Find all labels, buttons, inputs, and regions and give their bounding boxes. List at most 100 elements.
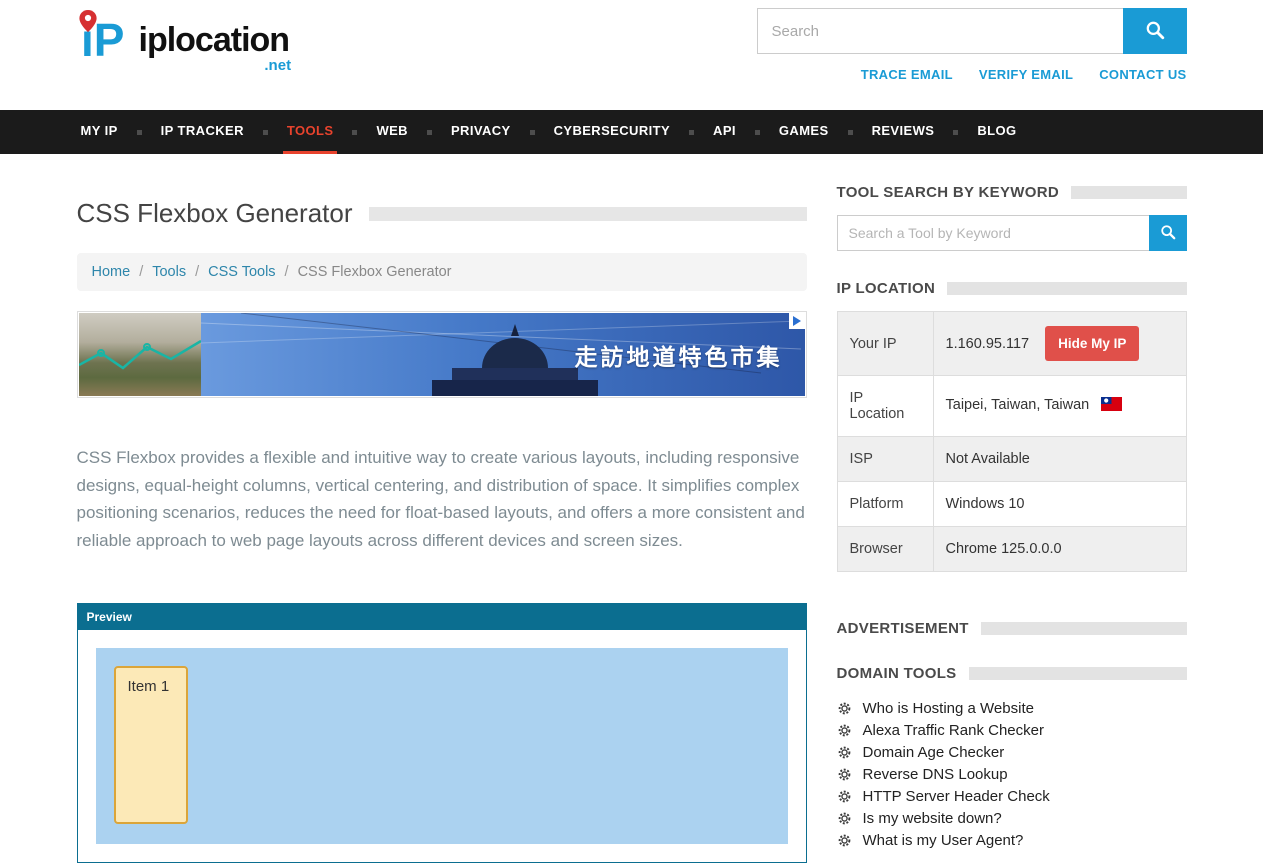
table-row: Browser Chrome 125.0.0.0 (837, 527, 1186, 572)
tool-search-heading: TOOL SEARCH BY KEYWORD (837, 184, 1059, 201)
page-title: CSS Flexbox Generator (77, 198, 353, 229)
domain-tools-heading: DOMAIN TOOLS (837, 665, 957, 682)
heading-decorative-bar (969, 667, 1187, 680)
flex-preview-item[interactable]: Item 1 (114, 666, 188, 824)
breadcrumb-separator: / (139, 264, 143, 280)
ad-landscape-image (79, 313, 201, 396)
breadcrumb-current: CSS Flexbox Generator (298, 264, 452, 280)
ad-banner[interactable]: 走訪地道特色市集 (77, 311, 807, 398)
nav-separator (755, 130, 760, 135)
nav-separator (848, 130, 853, 135)
nav-item-api[interactable]: API (709, 110, 740, 154)
header-links: TRACE EMAIL VERIFY EMAIL CONTACT US (757, 67, 1187, 82)
gear-icon (837, 701, 852, 716)
domain-tool-link-website-down[interactable]: Is my website down? (863, 810, 1002, 827)
heading-decorative-bar (1071, 186, 1187, 199)
breadcrumb-separator: / (195, 264, 199, 280)
search-button[interactable] (1123, 8, 1187, 54)
row-label: ISP (837, 437, 933, 482)
heading-decorative-bar (981, 622, 1187, 635)
search-icon (1145, 20, 1165, 43)
nav-separator (689, 130, 694, 135)
ip-location-value: Taipei, Taiwan, Taiwan (946, 397, 1090, 413)
table-row: IP Location Taipei, Taiwan, Taiwan (837, 376, 1186, 437)
nav-item-privacy[interactable]: PRIVACY (447, 110, 515, 154)
logo-net-suffix: .net (264, 58, 291, 73)
row-label: Your IP (837, 312, 933, 376)
domain-tool-link-user-agent[interactable]: What is my User Agent? (863, 832, 1024, 849)
row-value: Taipei, Taiwan, Taiwan (933, 376, 1186, 437)
ad-headline: 走訪地道特色市集 (575, 338, 783, 372)
ip-location-heading-row: IP LOCATION (837, 280, 1187, 297)
preview-panel-header: Preview (78, 604, 806, 630)
list-item: What is my User Agent? (837, 829, 1187, 851)
preview-panel: Preview Item 1 (77, 603, 807, 863)
gear-icon (837, 789, 852, 804)
flex-preview-container: Item 1 (96, 648, 788, 844)
nav-separator (137, 130, 142, 135)
adchoices-icon[interactable] (789, 313, 805, 329)
list-item: Alexa Traffic Rank Checker (837, 719, 1187, 741)
row-label: Platform (837, 482, 933, 527)
nav-separator (352, 130, 357, 135)
nav-item-ip-tracker[interactable]: IP TRACKER (157, 110, 248, 154)
gear-icon (837, 767, 852, 782)
table-row: ISP Not Available (837, 437, 1186, 482)
row-value: Not Available (933, 437, 1186, 482)
table-row: Your IP 1.160.95.117 Hide My IP (837, 312, 1186, 376)
nav-item-my-ip[interactable]: MY IP (77, 110, 122, 154)
list-item: Is my website down? (837, 807, 1187, 829)
trace-email-link[interactable]: TRACE EMAIL (861, 67, 953, 82)
list-item: HTTP Server Header Check (837, 785, 1187, 807)
table-row: Platform Windows 10 (837, 482, 1186, 527)
heading-decorative-bar (947, 282, 1186, 295)
logo[interactable]: iP iplocation.net (77, 8, 290, 71)
site-header: iP iplocation.net TRACE EMAIL V (0, 0, 1263, 110)
nav-item-games[interactable]: GAMES (775, 110, 833, 154)
domain-tools-list: Who is Hosting a Website Alexa Traffic R… (837, 697, 1187, 851)
breadcrumb-tools[interactable]: Tools (152, 264, 186, 280)
gear-icon (837, 811, 852, 826)
ip-info-table: Your IP 1.160.95.117 Hide My IP IP Locat… (837, 311, 1187, 572)
domain-tool-link-domain-age[interactable]: Domain Age Checker (863, 744, 1005, 761)
nav-separator (953, 130, 958, 135)
hide-my-ip-button[interactable]: Hide My IP (1045, 326, 1139, 361)
ad-creative: 走訪地道特色市集 (201, 313, 805, 396)
domain-tool-link-http-header[interactable]: HTTP Server Header Check (863, 788, 1050, 805)
list-item: Who is Hosting a Website (837, 697, 1187, 719)
search-icon (1160, 224, 1176, 243)
logo-pin-icon: iP (77, 8, 139, 71)
advertisement-heading: ADVERTISEMENT (837, 620, 969, 637)
nav-item-cybersecurity[interactable]: CYBERSECURITY (550, 110, 674, 154)
row-label: Browser (837, 527, 933, 572)
nav-item-reviews[interactable]: REVIEWS (868, 110, 939, 154)
nav-item-web[interactable]: WEB (372, 110, 412, 154)
contact-us-link[interactable]: CONTACT US (1099, 67, 1186, 82)
nav-item-blog[interactable]: BLOG (973, 110, 1020, 154)
tool-search (837, 215, 1187, 251)
gear-icon (837, 723, 852, 738)
main-content: CSS Flexbox Generator Home / Tools / CSS… (77, 184, 807, 863)
logo-text: iplocation.net (139, 23, 290, 57)
domain-tools-heading-row: DOMAIN TOOLS (837, 665, 1187, 682)
breadcrumb-css-tools[interactable]: CSS Tools (208, 264, 275, 280)
your-ip-value: 1.160.95.117 (946, 336, 1030, 352)
gear-icon (837, 833, 852, 848)
tool-search-button[interactable] (1149, 215, 1187, 251)
tool-search-input[interactable] (837, 215, 1149, 251)
row-value: Windows 10 (933, 482, 1186, 527)
main-nav: MY IP IP TRACKER TOOLS WEB PRIVACY CYBER… (0, 110, 1263, 154)
breadcrumb: Home / Tools / CSS Tools / CSS Flexbox G… (77, 253, 807, 291)
ip-location-heading: IP LOCATION (837, 280, 936, 297)
verify-email-link[interactable]: VERIFY EMAIL (979, 67, 1073, 82)
list-item: Reverse DNS Lookup (837, 763, 1187, 785)
nav-item-tools[interactable]: TOOLS (283, 110, 338, 154)
domain-tool-link-hosting[interactable]: Who is Hosting a Website (863, 700, 1034, 717)
nav-separator (263, 130, 268, 135)
search-input[interactable] (757, 8, 1123, 54)
row-value: Chrome 125.0.0.0 (933, 527, 1186, 572)
row-value: 1.160.95.117 Hide My IP (933, 312, 1186, 376)
domain-tool-link-alexa-rank[interactable]: Alexa Traffic Rank Checker (863, 722, 1044, 739)
domain-tool-link-reverse-dns[interactable]: Reverse DNS Lookup (863, 766, 1008, 783)
breadcrumb-home[interactable]: Home (92, 264, 131, 280)
